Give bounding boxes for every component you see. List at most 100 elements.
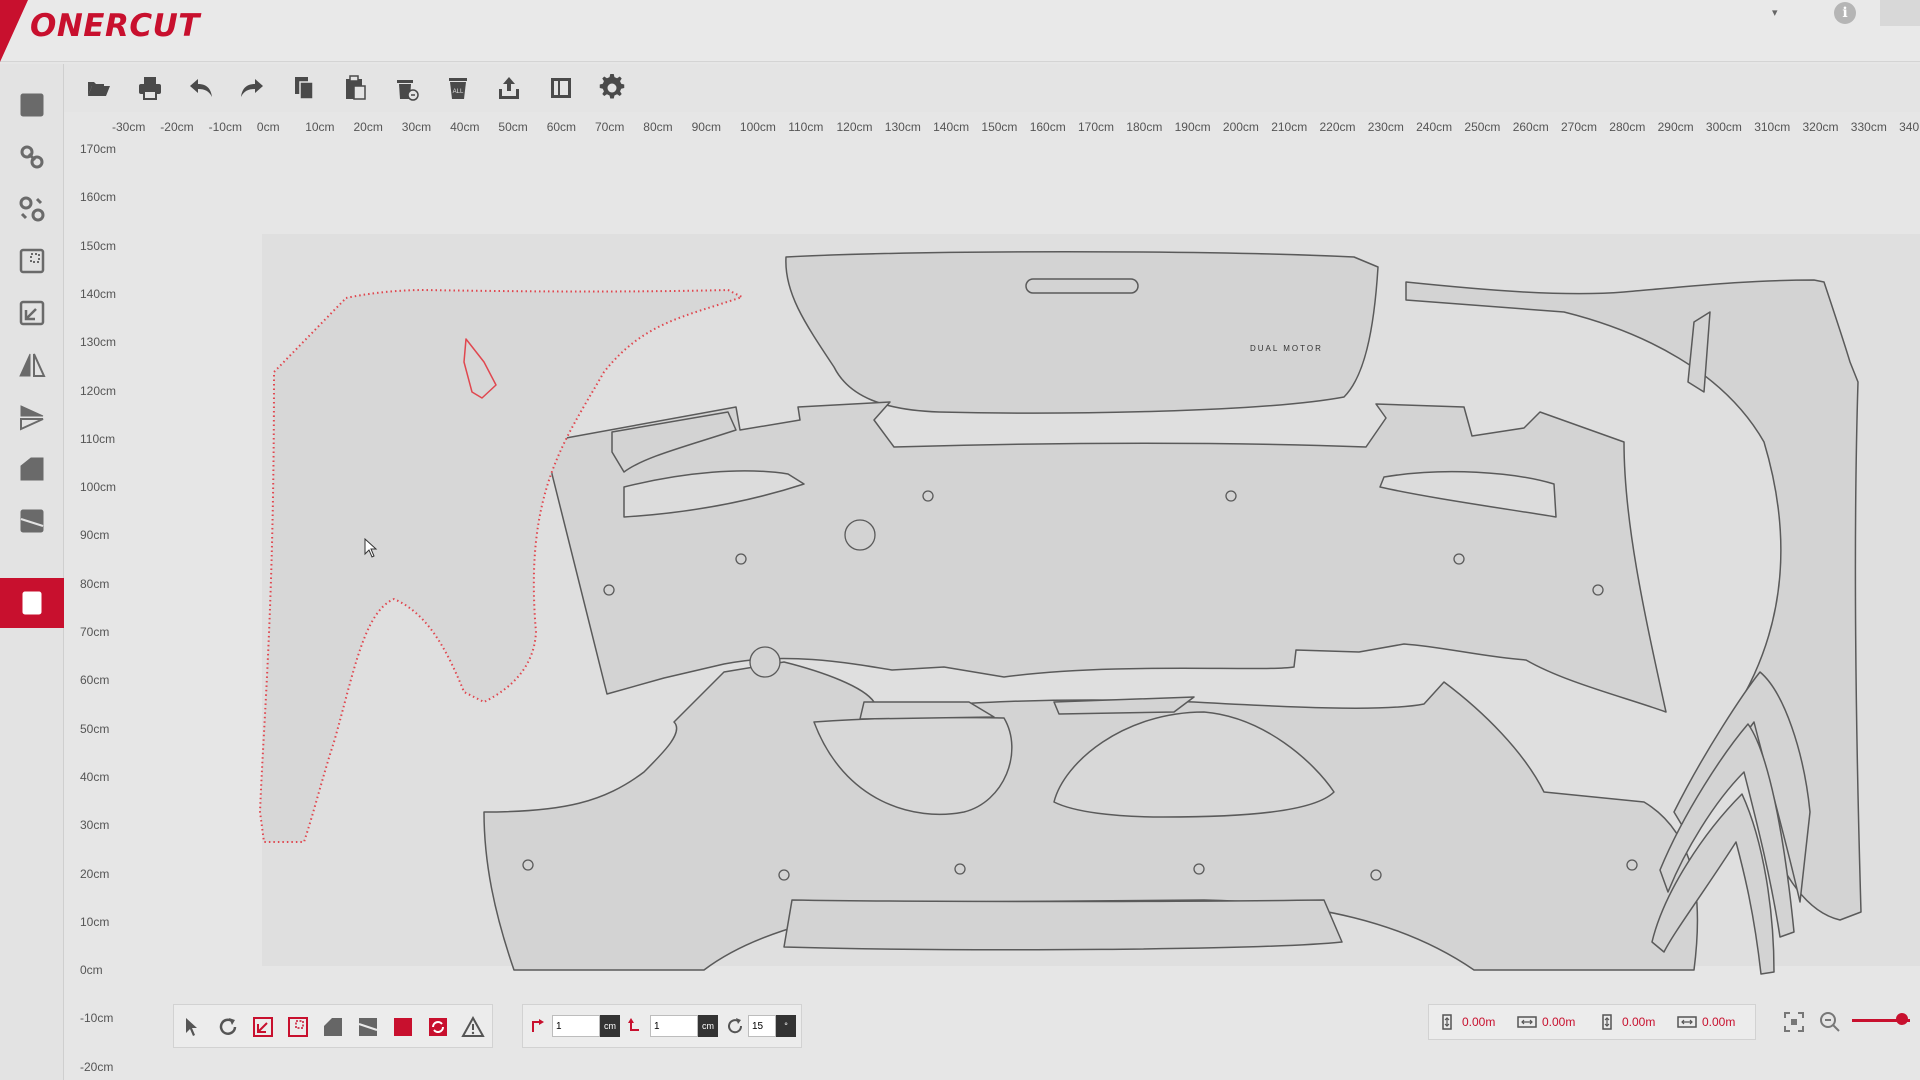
sidebar-item-fill[interactable] bbox=[0, 444, 64, 494]
select-region-icon bbox=[19, 248, 45, 274]
fill-tool-icon bbox=[324, 1018, 342, 1036]
link-icon bbox=[20, 145, 44, 169]
sidebar-item-select-region[interactable] bbox=[0, 236, 64, 286]
redo-button[interactable] bbox=[234, 70, 270, 106]
part-rear-bumper-main[interactable] bbox=[543, 401, 1667, 713]
scale-box-button[interactable] bbox=[285, 1014, 311, 1040]
cut-parts-layer: DUAL MOTOR bbox=[259, 251, 1862, 975]
sidebar-item-link[interactable] bbox=[0, 132, 64, 182]
material-block-icon bbox=[394, 1018, 412, 1036]
rotate-icon bbox=[219, 1018, 237, 1035]
step-rotate-unit: ° bbox=[776, 1015, 796, 1037]
export-button[interactable] bbox=[491, 70, 527, 106]
sidebar-item-unlink[interactable] bbox=[0, 184, 64, 234]
export-icon bbox=[499, 77, 519, 99]
auto-nest-button[interactable] bbox=[425, 1014, 451, 1040]
scale-box-icon bbox=[288, 1017, 308, 1037]
sidebar-item-mirror[interactable] bbox=[0, 340, 64, 390]
stripes-tool-button[interactable] bbox=[355, 1014, 381, 1040]
sidebar-item-resize[interactable] bbox=[0, 288, 64, 338]
stripes-icon bbox=[358, 1018, 378, 1036]
print-icon bbox=[139, 77, 161, 100]
print-button[interactable] bbox=[132, 70, 168, 106]
app-window: ONERCUT ▾ i ALL -30cm -20cm -10cm 0cm 10… bbox=[0, 0, 1920, 1080]
warning-icon bbox=[461, 1015, 485, 1037]
open-file-button[interactable] bbox=[80, 70, 116, 106]
step-y-field: cm bbox=[627, 1014, 718, 1038]
info-icon[interactable]: i bbox=[1834, 2, 1856, 24]
gear-icon bbox=[599, 74, 625, 99]
material-sheet-icon bbox=[22, 591, 42, 615]
delete-selected-button[interactable] bbox=[388, 70, 424, 106]
left-sidebar bbox=[0, 64, 64, 1080]
bottom-toolbar bbox=[173, 1004, 493, 1048]
material-block-button[interactable] bbox=[390, 1014, 416, 1040]
main-toolbar: ALL bbox=[64, 64, 1920, 112]
sidebar-item-weld[interactable] bbox=[0, 496, 64, 546]
paste-icon bbox=[346, 75, 366, 100]
dimension-readouts: 0.00m 0.00m 0.00m 0.00m bbox=[1428, 1004, 1756, 1040]
zoom-fit-icon[interactable] bbox=[1782, 1010, 1806, 1034]
redo-icon bbox=[241, 79, 263, 97]
sidebar-item-material[interactable] bbox=[0, 578, 64, 628]
header-bar: ONERCUT ▾ i bbox=[0, 0, 1920, 62]
move-y-icon bbox=[628, 1018, 639, 1031]
offset-x-icon bbox=[1677, 1016, 1697, 1028]
sidebar-item-flip[interactable] bbox=[0, 392, 64, 442]
move-x-icon bbox=[532, 1019, 544, 1032]
delete-all-button[interactable]: ALL bbox=[440, 70, 476, 106]
zoom-out-icon[interactable] bbox=[1818, 1010, 1842, 1034]
unlink-icon bbox=[19, 196, 45, 222]
step-controls: cm cm ° bbox=[522, 1004, 802, 1048]
readout-offset-x-value: 0.00m bbox=[1702, 1015, 1736, 1029]
resize-icon bbox=[19, 300, 45, 326]
brand-mark bbox=[0, 0, 28, 62]
fill-icon bbox=[20, 457, 44, 481]
readout-width: 0.00m bbox=[1517, 1014, 1575, 1030]
open-file-icon bbox=[88, 82, 110, 96]
part-hood-slot[interactable] bbox=[1025, 278, 1139, 294]
layout-button[interactable] bbox=[543, 70, 579, 106]
sidebar-item-layer[interactable] bbox=[0, 80, 64, 130]
height-icon bbox=[1442, 1014, 1452, 1030]
rotate-button[interactable] bbox=[215, 1014, 241, 1040]
step-x-input[interactable] bbox=[552, 1015, 600, 1037]
undo-button[interactable] bbox=[183, 70, 219, 106]
paste-button[interactable] bbox=[337, 70, 373, 106]
weld-icon bbox=[20, 509, 44, 533]
auto-nest-icon bbox=[429, 1018, 447, 1036]
design-canvas[interactable]: -30cm -20cm -10cm 0cm 10cm 20cm 30cm 40cm 50cm 60… bbox=[64, 112, 1920, 1080]
trash-selected-icon bbox=[397, 80, 419, 101]
select-arrow-icon bbox=[186, 1018, 197, 1036]
brand-name: ONERCUT bbox=[30, 8, 200, 44]
rotate-step-icon bbox=[728, 1018, 743, 1034]
zoom-slider-thumb[interactable] bbox=[1896, 1013, 1908, 1025]
trash-all-icon: ALL bbox=[449, 78, 467, 99]
mirror-icon bbox=[19, 353, 46, 377]
part-bottom-strip[interactable] bbox=[783, 899, 1343, 951]
scale-fit-icon bbox=[253, 1017, 273, 1037]
window-control-button[interactable] bbox=[1880, 0, 1920, 26]
dropdown-caret-icon[interactable]: ▾ bbox=[1772, 6, 1778, 19]
layout-icon bbox=[551, 78, 571, 98]
select-arrow-button[interactable] bbox=[180, 1014, 206, 1040]
part-diffuser-slot-left[interactable] bbox=[859, 701, 995, 720]
warning-button[interactable] bbox=[460, 1014, 486, 1040]
engraved-badge-text: DUAL MOTOR bbox=[1250, 344, 1323, 353]
readout-offset-y: 0.00m bbox=[1597, 1014, 1655, 1030]
readout-offset-y-value: 0.00m bbox=[1622, 1015, 1656, 1029]
copy-icon bbox=[295, 77, 314, 100]
part-hood[interactable] bbox=[785, 251, 1379, 414]
step-x-field: cm bbox=[529, 1014, 620, 1038]
scale-fit-button[interactable] bbox=[250, 1014, 276, 1040]
step-y-input[interactable] bbox=[650, 1015, 698, 1037]
layer-icon bbox=[20, 93, 44, 117]
readout-height-value: 0.00m bbox=[1462, 1015, 1496, 1029]
readout-height: 0.00m bbox=[1437, 1014, 1495, 1030]
undo-icon bbox=[190, 79, 212, 97]
settings-button[interactable] bbox=[594, 70, 630, 106]
step-y-unit: cm bbox=[698, 1015, 718, 1037]
step-rotate-input[interactable] bbox=[748, 1015, 776, 1037]
fill-tool-button[interactable] bbox=[320, 1014, 346, 1040]
copy-button[interactable] bbox=[286, 70, 322, 106]
